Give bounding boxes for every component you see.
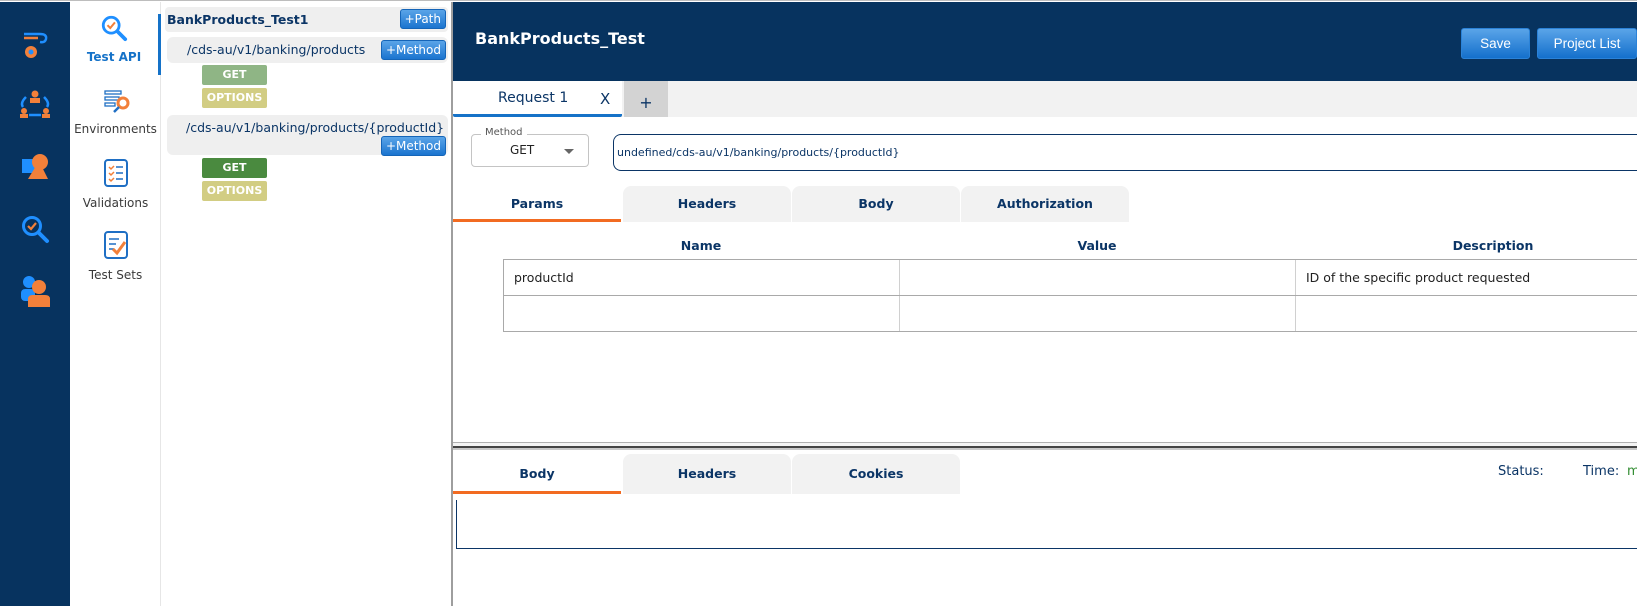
method-select[interactable]: Method GET — [471, 127, 589, 167]
path-node[interactable]: /cds-au/v1/banking/products/{productId} … — [167, 115, 448, 156]
pane-splitter[interactable] — [453, 442, 1637, 450]
nav-label: Validations — [82, 196, 149, 210]
param-description-cell[interactable]: ID of the specific product requested — [1296, 260, 1637, 295]
nav-label: Environments — [74, 122, 157, 136]
table-row: productId ID of the specific product req… — [503, 259, 1637, 296]
add-tab-button[interactable]: + — [624, 81, 668, 117]
path-node[interactable]: /cds-au/v1/banking/products +Method — [167, 37, 448, 63]
checklist-icon — [103, 159, 128, 187]
param-value-cell[interactable] — [900, 260, 1296, 295]
shapes-icon[interactable] — [16, 148, 54, 186]
tab-authorization[interactable]: Authorization — [961, 186, 1129, 222]
checked-doc-icon — [103, 231, 128, 259]
column-header-name: Name — [680, 238, 722, 253]
project-node[interactable]: BankProducts_Test1 +Path — [165, 7, 448, 32]
tab-label: Request 1 — [498, 90, 569, 106]
add-method-button[interactable]: +Method — [380, 40, 446, 60]
tab-response-body[interactable]: Body — [453, 454, 621, 494]
project-title: BankProducts_Test — [475, 29, 645, 48]
nav-test-sets[interactable]: Test Sets — [70, 230, 161, 282]
method-options[interactable]: OPTIONS — [202, 88, 267, 108]
project-tree: BankProducts_Test1 +Path /cds-au/v1/bank… — [161, 2, 451, 606]
param-value-cell[interactable] — [900, 296, 1296, 331]
path-label: /cds-au/v1/banking/products — [187, 42, 366, 57]
param-name-cell[interactable]: productId — [504, 260, 900, 295]
nav-validations[interactable]: Validations — [70, 158, 161, 210]
project-list-button[interactable]: Project List — [1537, 28, 1637, 59]
url-input[interactable]: undefined/cds-au/v1/banking/products/{pr… — [613, 134, 1637, 171]
project-name: BankProducts_Test1 — [167, 12, 309, 27]
column-header-value: Value — [1077, 238, 1117, 253]
response-body[interactable] — [456, 500, 1637, 549]
column-header-description: Description — [1452, 238, 1534, 253]
nav-test-api[interactable]: Test API — [70, 14, 161, 75]
tab-response-headers[interactable]: Headers — [623, 454, 791, 494]
users-icon[interactable] — [16, 272, 54, 310]
path-label: /cds-au/v1/banking/products/{productId} — [186, 120, 445, 135]
close-tab-icon[interactable]: X — [600, 90, 610, 108]
main-panel: BankProducts_Test Save Project List Requ… — [451, 2, 1637, 606]
header-bar: BankProducts_Test Save Project List — [453, 2, 1637, 81]
search-check-icon — [101, 15, 128, 42]
search-check-icon[interactable] — [16, 210, 54, 248]
param-description-cell[interactable] — [1296, 296, 1637, 331]
tab-request-1[interactable]: Request 1 X — [453, 81, 622, 117]
chevron-down-icon — [564, 149, 574, 154]
save-button[interactable]: Save — [1461, 28, 1530, 59]
nav-label: Test API — [86, 50, 142, 64]
tab-response-cookies[interactable]: Cookies — [792, 454, 960, 494]
method-get[interactable]: GET — [202, 158, 267, 178]
tab-body[interactable]: Body — [792, 186, 960, 222]
add-path-button[interactable]: +Path — [399, 9, 446, 29]
status-label: Status: — [1498, 464, 1544, 479]
method-value: GET — [510, 143, 535, 157]
method-legend: Method — [481, 127, 527, 138]
team-cycle-icon[interactable] — [16, 86, 54, 124]
section-nav: Test API Environments Validations Test S… — [70, 2, 161, 606]
tab-params[interactable]: Params — [453, 186, 621, 222]
workflow-gear-icon[interactable] — [16, 26, 54, 64]
app-icon-bar — [0, 2, 70, 606]
time-label: Time: — [1583, 464, 1620, 479]
method-options[interactable]: OPTIONS — [202, 181, 267, 201]
time-value: ms — [1627, 464, 1637, 479]
nav-environments[interactable]: Environments — [70, 88, 161, 136]
settings-list-icon — [103, 90, 129, 113]
nav-label: Test Sets — [88, 268, 143, 282]
tab-headers[interactable]: Headers — [623, 186, 791, 222]
request-tabs: Request 1 X + — [453, 81, 1637, 117]
method-get[interactable]: GET — [202, 65, 267, 85]
table-row — [503, 295, 1637, 332]
param-name-cell[interactable] — [504, 296, 900, 331]
add-method-button[interactable]: +Method — [380, 136, 446, 156]
